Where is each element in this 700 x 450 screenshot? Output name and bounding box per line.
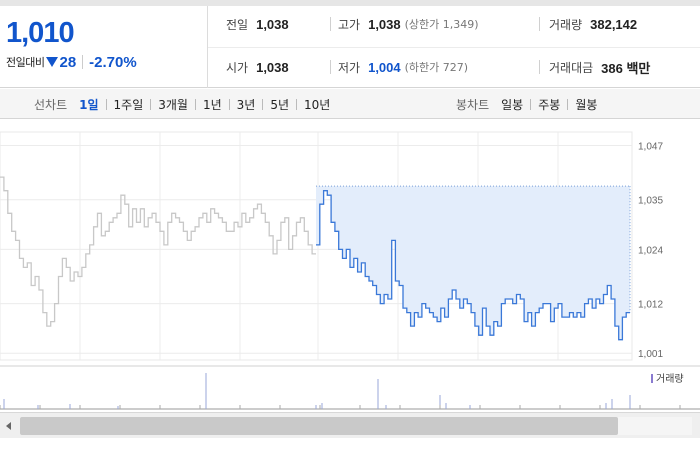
volume-legend-label: 거래량 — [656, 373, 684, 385]
y-tick-label: 1,001 — [638, 349, 663, 360]
change-rate: -2.70% — [89, 53, 137, 71]
stat-value: 1,038 — [256, 59, 289, 75]
stat-high: 고가 1,038 (상한가 1,349) — [338, 15, 479, 33]
current-price: 1,010 — [6, 17, 75, 49]
stat-label: 거래량 — [549, 17, 583, 32]
stat-value: 1,004 — [368, 59, 401, 75]
y-tick-label: 1,047 — [638, 142, 663, 153]
tab-daily[interactable]: 일봉 — [501, 96, 523, 113]
scroll-thumb[interactable] — [20, 417, 618, 435]
chart-tabs-bar: 선차트 1일 1주일 3개월 1년 3년 5년 10년 봉차트 일봉 주봉 월봉 — [0, 89, 700, 119]
tab-divider — [150, 98, 152, 110]
tab-divider — [296, 98, 298, 110]
tab-1d[interactable]: 1일 — [79, 96, 98, 113]
stat-label: 시가 — [226, 60, 249, 75]
tab-1y[interactable]: 1년 — [203, 96, 222, 113]
tab-3m[interactable]: 3개월 — [158, 96, 188, 113]
line-chart-tabs: 선차트 1일 1주일 3개월 1년 3년 5년 10년 — [34, 89, 330, 119]
tab-divider — [194, 98, 196, 110]
stats-divider — [208, 47, 700, 48]
line-chart-title: 선차트 — [34, 97, 68, 112]
price-chart-svg: 1,047 1,035 1,024 1,012 1,001 거래량 — [0, 131, 700, 410]
change-label: 전일대비 — [6, 56, 45, 69]
y-tick-label: 1,035 — [638, 196, 663, 207]
stat-separator — [539, 60, 540, 74]
tab-monthly[interactable]: 월봉 — [575, 96, 597, 113]
scroll-left-arrow-icon[interactable] — [6, 422, 11, 430]
change-divider — [82, 55, 84, 69]
tab-divider — [105, 98, 107, 110]
stat-low: 저가 1,004 (하한가 727) — [338, 58, 468, 76]
stat-separator — [330, 17, 331, 31]
change-row: 전일대비 28 -2.70% — [6, 53, 137, 71]
tab-divider — [530, 98, 532, 110]
tab-1w[interactable]: 1주일 — [114, 96, 144, 113]
stat-prev-close: 전일 1,038 — [226, 15, 289, 33]
tab-divider — [262, 98, 264, 110]
tab-weekly[interactable]: 주봉 — [538, 96, 560, 113]
quote-panel: 1,010 전일대비 28 -2.70% 전일 1,038 고가 1,038 (… — [0, 6, 700, 88]
down-arrow-icon — [46, 57, 59, 67]
stat-value: 1,038 — [256, 16, 289, 32]
y-tick-label: 1,024 — [638, 245, 663, 256]
tab-divider — [567, 98, 569, 110]
price-chart[interactable]: 1,047 1,035 1,024 1,012 1,001 거래량 — [0, 120, 700, 410]
tab-5y[interactable]: 5년 — [270, 96, 289, 113]
stat-limit: (상한가 1,349) — [404, 18, 479, 31]
stat-label: 거래대금 — [549, 60, 594, 75]
stat-volume: 거래량 382,142 — [549, 15, 637, 33]
price-box: 1,010 전일대비 28 -2.70% — [0, 6, 208, 88]
stat-label: 전일 — [226, 17, 249, 32]
stat-value: 382,142 — [590, 16, 638, 32]
tab-3y[interactable]: 3년 — [237, 96, 256, 113]
volume-panel: 거래량 — [0, 365, 700, 410]
chart-scrollbar[interactable] — [0, 412, 700, 438]
change-amount: 28 — [59, 53, 77, 71]
tab-10y[interactable]: 10년 — [304, 96, 330, 113]
stat-separator — [539, 17, 540, 31]
stats-grid: 전일 1,038 고가 1,038 (상한가 1,349) 거래량 382,14… — [208, 6, 700, 88]
y-tick-label: 1,012 — [638, 300, 663, 311]
tab-divider — [228, 98, 230, 110]
stat-separator — [330, 60, 331, 74]
stat-value: 1,038 — [368, 16, 401, 32]
stat-open: 시가 1,038 — [226, 58, 289, 76]
candle-chart-title: 봉차트 — [456, 97, 490, 112]
candle-chart-tabs: 봉차트 일봉 주봉 월봉 — [456, 89, 597, 119]
stat-label: 저가 — [338, 60, 361, 75]
stat-amount: 거래대금 386 백만 — [549, 58, 650, 76]
stat-limit: (하한가 727) — [404, 61, 469, 74]
stat-value: 386 백만 — [601, 60, 651, 76]
y-axis-ticks: 1,047 1,035 1,024 1,012 1,001 — [638, 142, 663, 361]
stat-label: 고가 — [338, 17, 361, 32]
volume-legend-swatch — [651, 374, 653, 383]
